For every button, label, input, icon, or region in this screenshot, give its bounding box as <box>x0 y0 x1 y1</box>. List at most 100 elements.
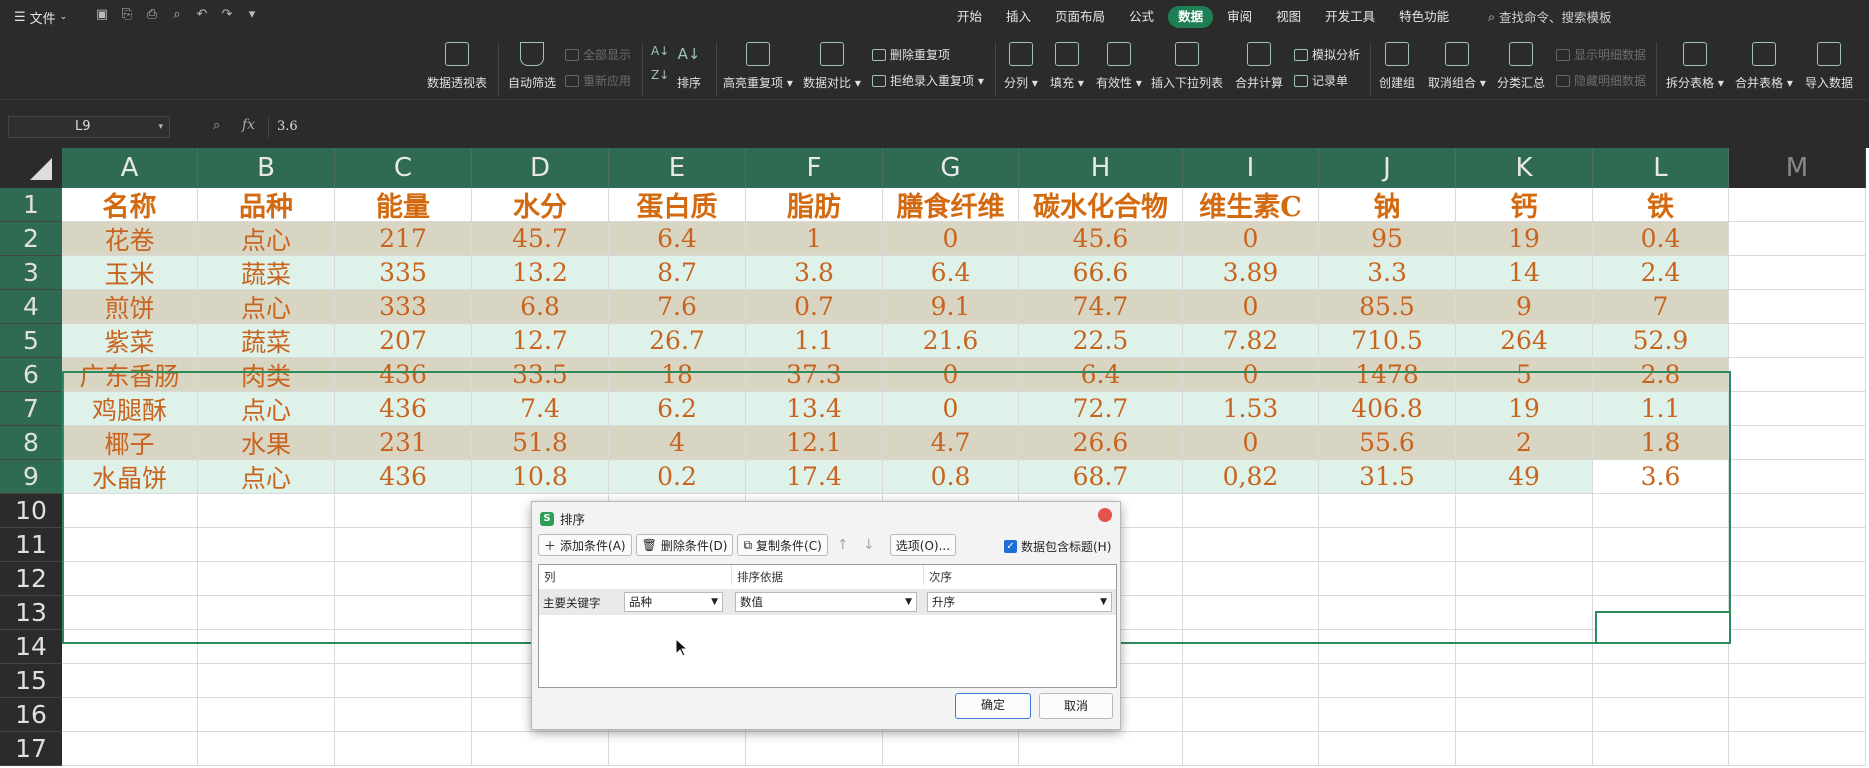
cell[interactable]: 蔬菜 <box>198 256 335 290</box>
cell[interactable] <box>1729 732 1866 766</box>
cell[interactable] <box>62 562 198 596</box>
move-down-icon[interactable]: ↓ <box>858 534 880 556</box>
cell[interactable] <box>62 732 198 766</box>
column-header-e[interactable]: E <box>609 148 746 188</box>
cell[interactable] <box>1729 256 1866 290</box>
cell[interactable]: 煎饼 <box>62 290 198 324</box>
cell[interactable]: 2.8 <box>1593 358 1729 392</box>
cell[interactable]: 8.7 <box>609 256 746 290</box>
cell[interactable] <box>1729 630 1866 664</box>
cell[interactable]: 钙 <box>1456 188 1593 222</box>
cell[interactable] <box>198 698 335 732</box>
cell[interactable]: 66.6 <box>1019 256 1183 290</box>
fx-icon[interactable]: fx <box>242 117 255 133</box>
cell[interactable]: 水果 <box>198 426 335 460</box>
row-header-12[interactable]: 12 <box>0 562 62 596</box>
cell[interactable] <box>1183 664 1319 698</box>
cell[interactable] <box>1729 324 1866 358</box>
row-header-7[interactable]: 7 <box>0 392 62 426</box>
cell[interactable]: 能量 <box>335 188 472 222</box>
cell[interactable] <box>1456 698 1593 732</box>
cell[interactable]: 脂肪 <box>746 188 883 222</box>
highlight-duplicates-button[interactable]: 高亮重复项 ▾ <box>723 42 793 91</box>
cell[interactable]: 0 <box>1183 290 1319 324</box>
cell[interactable]: 1.53 <box>1183 392 1319 426</box>
cell[interactable] <box>1456 664 1593 698</box>
sort-desc-button[interactable]: Z↓ <box>651 68 669 82</box>
cell[interactable] <box>1183 630 1319 664</box>
cell[interactable] <box>1319 562 1456 596</box>
show-detail-button[interactable]: 显示明细数据 <box>1556 46 1646 63</box>
cell[interactable] <box>1456 562 1593 596</box>
cell[interactable] <box>335 732 472 766</box>
cell[interactable] <box>198 596 335 630</box>
cell[interactable] <box>1729 222 1866 256</box>
cell[interactable]: 10.8 <box>472 460 609 494</box>
cell[interactable] <box>1319 494 1456 528</box>
column-header-d[interactable]: D <box>472 148 609 188</box>
undo-icon[interactable]: ↶ <box>194 7 210 23</box>
cell[interactable] <box>198 732 335 766</box>
cell[interactable]: 26.7 <box>609 324 746 358</box>
cell[interactable]: 膳食纤维 <box>883 188 1019 222</box>
cell[interactable] <box>62 630 198 664</box>
cell[interactable]: 鸡腿酥 <box>62 392 198 426</box>
zoom-icon[interactable]: ⌕ <box>213 118 220 133</box>
sort-basis-select[interactable]: 数值 ▼ <box>735 592 917 612</box>
row-header-15[interactable]: 15 <box>0 664 62 698</box>
cell[interactable]: 蔬菜 <box>198 324 335 358</box>
cell[interactable] <box>1319 664 1456 698</box>
cell[interactable]: 花卷 <box>62 222 198 256</box>
cell[interactable]: 335 <box>335 256 472 290</box>
create-group-button[interactable]: 创建组 <box>1379 42 1415 91</box>
cell[interactable]: 1478 <box>1319 358 1456 392</box>
order-select[interactable]: 升序 ▼ <box>927 592 1112 612</box>
cell[interactable]: 436 <box>335 460 472 494</box>
cell[interactable]: 207 <box>335 324 472 358</box>
cell[interactable]: 68.7 <box>1019 460 1183 494</box>
row-header-8[interactable]: 8 <box>0 426 62 460</box>
cell[interactable]: 9 <box>1456 290 1593 324</box>
command-search[interactable]: ⌕ 查找命令、搜索模板 <box>1488 7 1612 26</box>
cell[interactable]: 名称 <box>62 188 198 222</box>
cell[interactable] <box>335 494 472 528</box>
cell[interactable]: 19 <box>1456 392 1593 426</box>
copy-condition-button[interactable]: ⧉ 复制条件(C) <box>737 534 828 556</box>
cell[interactable] <box>1729 494 1866 528</box>
customize-icon[interactable]: ▾ <box>244 7 260 23</box>
split-column-button[interactable]: 分列 ▾ <box>1004 42 1038 91</box>
cell[interactable]: 4 <box>609 426 746 460</box>
print-preview-icon[interactable]: ⌕ <box>169 7 185 23</box>
cell[interactable] <box>335 528 472 562</box>
cell[interactable] <box>1729 664 1866 698</box>
column-header-g[interactable]: G <box>883 148 1019 188</box>
row-header-13[interactable]: 13 <box>0 596 62 630</box>
cell[interactable] <box>198 664 335 698</box>
show-all-button[interactable]: 全部显示 <box>565 46 631 63</box>
split-table-button[interactable]: 拆分表格 ▾ <box>1666 42 1724 91</box>
merge-table-button[interactable]: 合并表格 ▾ <box>1735 42 1793 91</box>
cell[interactable]: 406.8 <box>1319 392 1456 426</box>
cell[interactable] <box>1183 698 1319 732</box>
cell[interactable] <box>198 494 335 528</box>
column-header-j[interactable]: J <box>1319 148 1456 188</box>
cell[interactable] <box>1729 426 1866 460</box>
cell[interactable]: 1.8 <box>1593 426 1729 460</box>
cell[interactable]: 31.5 <box>1319 460 1456 494</box>
column-header-a[interactable]: A <box>62 148 198 188</box>
cell[interactable]: 95 <box>1319 222 1456 256</box>
cell[interactable] <box>198 630 335 664</box>
ungroup-button[interactable]: 取消组合 ▾ <box>1428 42 1486 91</box>
row-header-1[interactable]: 1 <box>0 188 62 222</box>
cell[interactable]: 0.8 <box>883 460 1019 494</box>
cell[interactable]: 6.4 <box>883 256 1019 290</box>
cell[interactable]: 49 <box>1456 460 1593 494</box>
cell[interactable]: 广东香肠 <box>62 358 198 392</box>
cell[interactable]: 3.89 <box>1183 256 1319 290</box>
options-button[interactable]: 选项(O)... <box>889 534 957 556</box>
cell[interactable]: 点心 <box>198 460 335 494</box>
reapply-button[interactable]: 重新应用 <box>565 72 631 89</box>
cell[interactable]: 6.4 <box>1019 358 1183 392</box>
cell[interactable] <box>1183 596 1319 630</box>
tab-formula[interactable]: 公式 <box>1119 6 1164 28</box>
